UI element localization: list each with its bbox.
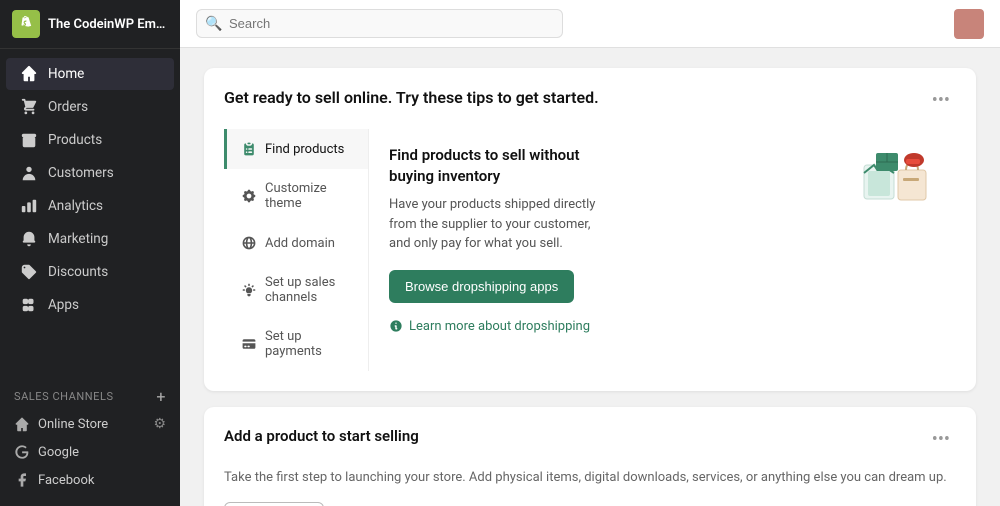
analytics-icon [20,197,38,215]
info-icon [389,319,403,333]
sidebar-channel-online-store[interactable]: Online Store ⚙ [0,410,180,438]
add-product-title: Add a product to start selling [224,427,419,445]
active-tip-content: Find products to sell without buying inv… [369,129,956,371]
sales-channels-section: SALES CHANNELS + [0,377,180,410]
marketing-icon [20,230,38,248]
sales-channels-icon [241,282,257,298]
sidebar-item-home[interactable]: Home [6,58,174,90]
add-product-button[interactable]: Add product [224,502,324,506]
sidebar-item-analytics-label: Analytics [48,198,103,214]
sidebar-item-orders-label: Orders [48,99,88,115]
sidebar-item-products-label: Products [48,132,102,148]
topbar: 🔍 [180,0,1000,48]
sidebar: The CodeinWP Empori... Home Orders Produ… [0,0,180,506]
sidebar-item-discounts-label: Discounts [48,264,108,280]
products-icon [20,131,38,149]
learn-more-link[interactable]: Learn more about dropshipping [389,319,936,334]
online-store-label: Online Store [38,417,108,432]
store-name: The CodeinWP Empori... [48,17,168,32]
search-icon: 🔍 [205,16,222,32]
main-wrapper: 🔍 Get ready to sell online. Try these ti… [180,0,1000,506]
tips-list: Find products Customize theme Add domain [224,129,369,371]
customers-icon [20,164,38,182]
sidebar-item-apps-label: Apps [48,297,79,313]
tip-label-sales-channels: Set up sales channels [265,275,354,305]
sales-channels-label: SALES CHANNELS [14,390,114,403]
sidebar-item-orders[interactable]: Orders [6,91,174,123]
dropshipping-illustration [856,145,936,215]
facebook-icon [14,472,30,488]
tips-card-header: Get ready to sell online. Try these tips… [224,88,956,113]
add-product-card-header: Add a product to start selling ••• [224,427,956,452]
tip-content-title: Find products to sell without buying inv… [389,145,609,187]
google-label: Google [38,445,79,460]
learn-more-label: Learn more about dropshipping [409,319,590,334]
tip-item-payments[interactable]: Set up payments [224,317,368,371]
sidebar-header: The CodeinWP Empori... [0,0,180,49]
sidebar-nav: Home Orders Products Customers Analytics… [0,49,180,373]
facebook-label: Facebook [38,473,94,488]
sidebar-item-marketing-label: Marketing [48,231,108,247]
discounts-icon [20,263,38,281]
search-input[interactable] [196,9,563,38]
sidebar-item-analytics[interactable]: Analytics [6,190,174,222]
domain-icon [241,235,257,251]
search-bar: 🔍 [196,9,563,38]
sidebar-item-products[interactable]: Products [6,124,174,156]
apps-icon [20,296,38,314]
sidebar-item-discounts[interactable]: Discounts [6,256,174,288]
tip-label-find-products: Find products [265,142,344,157]
sidebar-item-apps[interactable]: Apps [6,289,174,321]
tips-layout: Find products Customize theme Add domain [224,129,956,371]
tip-label-customize: Customize theme [265,181,354,211]
add-channel-icon[interactable]: + [156,387,166,406]
tips-card: Get ready to sell online. Try these tips… [204,68,976,391]
add-product-description: Take the first step to launching your st… [224,468,956,488]
avatar [954,9,984,39]
home-icon [20,65,38,83]
add-product-card: Add a product to start selling ••• Take … [204,407,976,506]
tips-card-title: Get ready to sell online. Try these tips… [224,88,599,107]
find-products-icon [241,141,257,157]
tip-item-find-products[interactable]: Find products [224,129,368,169]
tip-item-sales-channels[interactable]: Set up sales channels [224,263,368,317]
payments-icon [241,336,257,352]
sidebar-item-marketing[interactable]: Marketing [6,223,174,255]
sidebar-channel-facebook[interactable]: Facebook [0,466,180,494]
channel-settings-icon[interactable]: ⚙ [153,416,166,432]
google-icon [14,444,30,460]
shopify-logo [12,10,40,38]
sidebar-item-customers-label: Customers [48,165,114,181]
tip-label-add-domain: Add domain [265,236,335,251]
sidebar-item-home-label: Home [48,66,84,82]
orders-icon [20,98,38,116]
tip-item-add-domain[interactable]: Add domain [224,223,368,263]
tip-content-description: Have your products shipped directly from… [389,195,609,254]
add-product-more-icon[interactable]: ••• [926,427,956,452]
customize-icon [241,188,257,204]
online-store-icon [14,416,30,432]
tip-label-payments: Set up payments [265,329,354,359]
tips-more-icon[interactable]: ••• [926,88,956,113]
content-area: Get ready to sell online. Try these tips… [180,48,1000,506]
sidebar-channel-google[interactable]: Google [0,438,180,466]
tip-item-customize-theme[interactable]: Customize theme [224,169,368,223]
browse-dropshipping-button[interactable]: Browse dropshipping apps [389,270,574,303]
sidebar-item-customers[interactable]: Customers [6,157,174,189]
